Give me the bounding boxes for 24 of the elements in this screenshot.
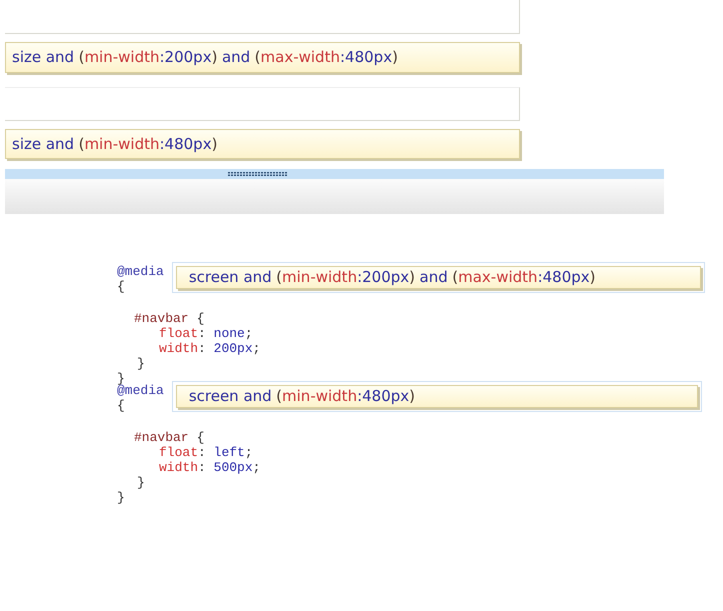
code-brace: }: [117, 371, 125, 386]
tooltip: size and (min-width:200px) and (max-width:480px): [5, 42, 520, 72]
code-brace: }: [137, 356, 145, 371]
code-brace: }: [117, 490, 125, 505]
code-brace: {: [117, 398, 125, 413]
splitter-bar[interactable]: [5, 169, 664, 179]
code-brace: }: [137, 475, 145, 490]
tooltip: size and (min-width:480px): [5, 128, 520, 159]
code-declaration: width: 500px;: [158, 460, 262, 475]
code-keyword: @media: [117, 383, 164, 398]
code-declaration: float: none;: [158, 326, 254, 341]
code-selector: #navbar: [134, 311, 189, 326]
code-selector: #navbar: [134, 430, 189, 445]
tooltip: screen and (min-width:200px) and (max-width:480px): [176, 266, 701, 289]
tooltip: screen and (min-width:480px): [176, 385, 698, 408]
code-brace: {: [196, 311, 204, 326]
code-brace: {: [196, 430, 204, 445]
code-declaration: width: 200px;: [158, 341, 262, 356]
input-field[interactable]: [5, 0, 520, 34]
input-field[interactable]: [5, 86, 520, 120]
grip-icon: [228, 172, 288, 176]
code-brace: {: [117, 279, 125, 294]
code-declaration: float: left;: [158, 445, 254, 460]
code-keyword: @media: [117, 264, 164, 279]
